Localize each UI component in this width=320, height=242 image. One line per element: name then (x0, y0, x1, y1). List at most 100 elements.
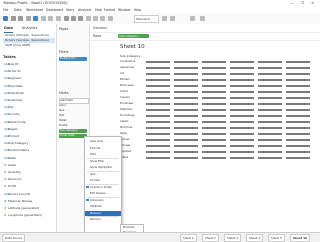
marks-detail[interactable]: Detail (59, 119, 87, 123)
filter-pill[interactable]: Multiple Filt... (59, 57, 87, 61)
category-label[interactable]: Storage (120, 144, 144, 148)
share-icon[interactable] (200, 16, 205, 21)
label-icon[interactable] (100, 16, 105, 21)
sort-desc-icon[interactable] (78, 16, 83, 21)
context-menu-item[interactable]: Hide (85, 152, 121, 157)
category-label[interactable]: Machines (120, 126, 144, 130)
sheet-tab[interactable]: Sheet 1 (180, 234, 197, 242)
field-item[interactable]: AbcShip Mode (4, 91, 24, 96)
category-label[interactable]: Art (120, 72, 144, 76)
category-label[interactable]: Appliances (120, 66, 144, 70)
sort-asc-icon[interactable] (71, 16, 76, 21)
tab-data[interactable]: Data (4, 24, 14, 33)
cell-placeholder (146, 121, 170, 123)
new-datasource-icon[interactable] (33, 16, 38, 21)
category-label[interactable]: Furnishings (120, 114, 144, 118)
pin-icon[interactable] (108, 16, 113, 21)
sheet-tab[interactable]: Sheet 2 (202, 234, 219, 242)
context-menu-item[interactable]: Exclude (85, 146, 121, 151)
field-item[interactable]: AbcCustomer (4, 98, 23, 103)
tableau-logo-icon[interactable] (3, 16, 8, 21)
new-sheet-icon[interactable] (41, 16, 46, 21)
marks-pill-orderdate[interactable]: Order Date (59, 134, 87, 138)
fit-select[interactable]: Standard (134, 15, 159, 23)
sheet-tab[interactable]: Sheet 5 (268, 234, 285, 242)
category-label[interactable]: Bookcases (120, 84, 144, 88)
context-menu-item[interactable]: Format... (85, 178, 121, 183)
field-item[interactable]: AbcState (4, 156, 16, 161)
field-item[interactable]: AbcCountry (4, 112, 20, 117)
marks-pill-subcategory[interactable]: Sub-Category (59, 129, 87, 133)
axis-icon[interactable] (162, 16, 167, 21)
tab-analytics[interactable]: Analytics (22, 24, 37, 32)
marks-color[interactable]: Color (59, 104, 87, 108)
field-item[interactable]: #Discount (4, 177, 21, 182)
undo-icon[interactable] (11, 16, 16, 21)
context-menu-item[interactable]: Remove (85, 217, 121, 222)
cell-placeholder (286, 67, 310, 69)
category-label[interactable]: Envelopes (120, 102, 144, 106)
context-menu-item[interactable]: Dimension (85, 198, 121, 203)
sheet-tab[interactable]: Sheet 4 (246, 234, 263, 242)
field-item[interactable]: AbcOrders (Count) (4, 192, 30, 197)
category-label[interactable]: Binders (120, 78, 144, 82)
sheet-tab[interactable]: Sheet 3 (224, 234, 241, 242)
field-item[interactable]: AbcShip Date (4, 84, 23, 89)
row-header[interactable]: Sub-Category (120, 54, 141, 58)
duplicate-icon[interactable] (48, 16, 53, 21)
field-item[interactable]: AbcPostal Code (4, 120, 26, 125)
category-label[interactable]: Fasteners (120, 108, 144, 112)
window-controls[interactable]: — ❐ ✕ (290, 0, 317, 7)
context-menu-item[interactable]: Show Filter (85, 159, 121, 164)
datasource-tab[interactable]: Data Source (2, 234, 26, 242)
context-menu-item[interactable]: Keep Only (85, 139, 121, 144)
field-item[interactable]: #Measure Names (4, 199, 32, 204)
clear-sheet-icon[interactable] (56, 16, 61, 21)
category-label[interactable]: Accessories (120, 60, 144, 64)
save-icon[interactable] (26, 16, 31, 21)
field-item[interactable]: #Profit (4, 184, 16, 189)
field-item[interactable]: AbcSub-Category (4, 141, 29, 146)
field-item[interactable]: #Longitude (generated) (4, 213, 42, 218)
context-menu-item[interactable]: Attribute (85, 204, 121, 209)
context-menu-item[interactable]: Include in Tooltip (85, 185, 121, 190)
field-item[interactable]: AbcRegion (4, 127, 18, 132)
category-label[interactable]: Chairs (120, 90, 144, 94)
category-label[interactable]: Labels (120, 120, 144, 124)
tooltip-icon[interactable] (170, 16, 175, 21)
field-item[interactable]: #Quantity (4, 170, 21, 175)
marks-text[interactable]: Text (59, 114, 87, 118)
field-item[interactable]: AbcCity (4, 105, 14, 110)
redo-icon[interactable] (18, 16, 23, 21)
presentation-icon[interactable] (190, 16, 195, 21)
category-label[interactable]: Paper (120, 132, 144, 136)
sheet-title: Sheet 10 (120, 44, 145, 50)
category-label[interactable]: Tables (120, 156, 144, 160)
context-menu-item[interactable]: Measure (85, 210, 121, 216)
rows-pill-subcategory[interactable]: Sub-Category (118, 34, 149, 38)
context-menu-item[interactable]: Sort... (85, 172, 121, 177)
cell-placeholder (258, 127, 282, 129)
field-item[interactable]: AbcProduct Name (4, 148, 29, 153)
context-menu-item[interactable]: Edit Aliases... (85, 191, 121, 196)
marks-tooltip[interactable]: Tooltip (59, 124, 87, 128)
field-item[interactable]: AbcProduct (4, 134, 19, 139)
category-label[interactable]: Supplies (120, 150, 144, 154)
field-item[interactable]: #Sales (4, 163, 16, 168)
cell-placeholder (258, 73, 282, 75)
rows-shelf[interactable]: Rows Sub-Category (90, 32, 320, 41)
marks-size[interactable]: Size (59, 109, 87, 113)
category-label[interactable]: Copiers (120, 96, 144, 100)
datasource-item[interactable]: Staff (Corp Staff) (3, 43, 55, 48)
sheet-tab[interactable]: Sheet 10 (290, 234, 311, 242)
field-item[interactable]: AbcOrder ID (4, 69, 21, 74)
highlight-icon[interactable] (86, 16, 91, 21)
context-menu-item[interactable]: Show Highlighter (85, 165, 121, 170)
group-icon[interactable] (93, 16, 98, 21)
field-item[interactable]: AbcSegment (4, 76, 22, 81)
swap-icon[interactable] (64, 16, 69, 21)
field-item[interactable]: AbcRow ID (4, 62, 18, 67)
submenu-minimum[interactable]: Minimum (123, 226, 135, 229)
category-label[interactable]: Phones (120, 138, 144, 142)
field-item[interactable]: #Latitude (generated) (4, 206, 39, 211)
